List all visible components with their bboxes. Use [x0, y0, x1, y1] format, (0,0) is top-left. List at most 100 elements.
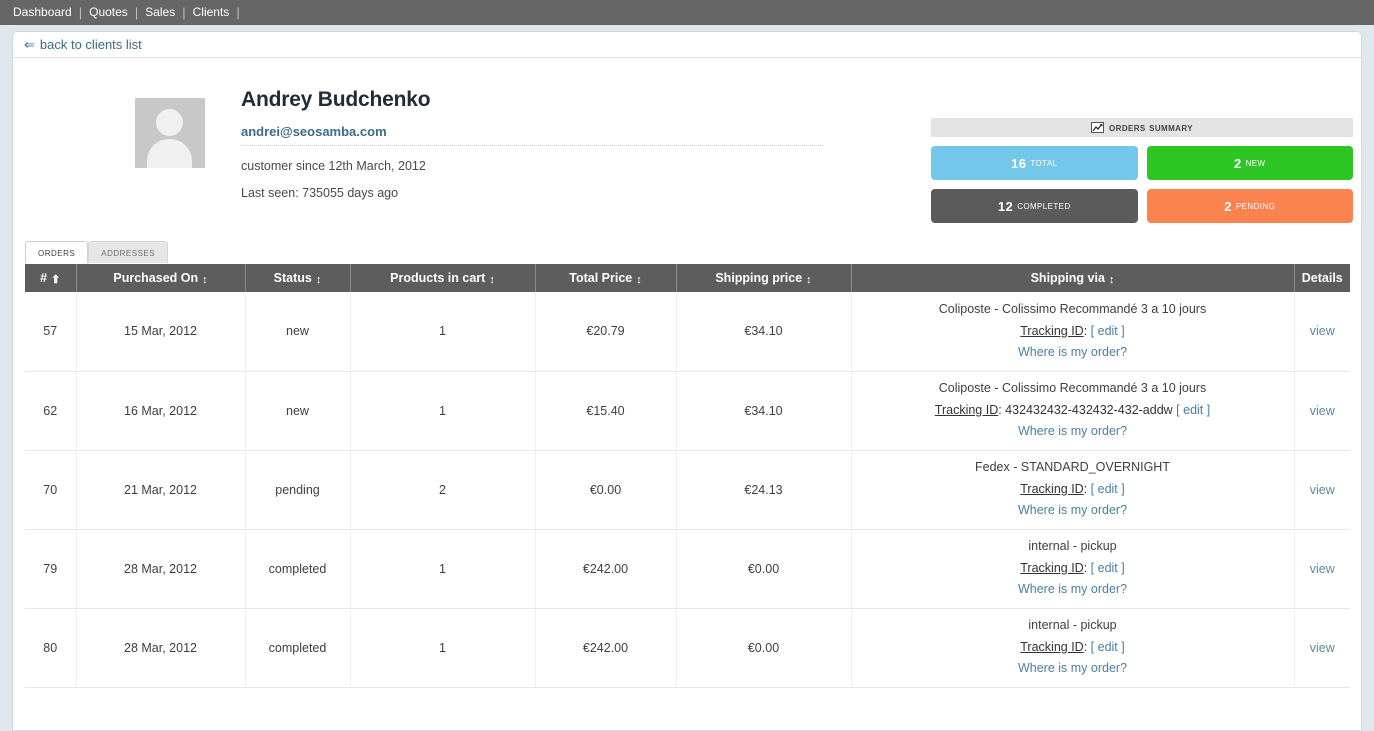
column-header-products-in-cart[interactable]: Products in cart ↕: [350, 264, 535, 292]
view-order-link[interactable]: view: [1310, 483, 1335, 497]
nav-item-clients[interactable]: Clients: [186, 0, 237, 25]
orders-summary-header: Orders Summary: [931, 118, 1353, 137]
orders-table-header: #⬆Purchased On↕Status↕Products in cart↕T…: [25, 264, 1350, 292]
cell-total-price: €0.00: [535, 450, 676, 529]
cell-shipping-price: €34.10: [676, 371, 851, 450]
summary-button-pending[interactable]: 2 pending: [1147, 189, 1354, 223]
nav-item-dashboard[interactable]: Dashboard: [6, 0, 79, 25]
where-is-my-order-link[interactable]: Where is my order?: [1018, 582, 1127, 596]
nav-item-sales[interactable]: Sales: [138, 0, 182, 25]
summary-count-total: 16: [1011, 156, 1026, 171]
cell-details: view: [1294, 608, 1350, 687]
summary-label-pending: pending: [1236, 200, 1275, 212]
sort-toggle-icon[interactable]: ↕: [489, 274, 495, 286]
summary-button-total[interactable]: 16 total: [931, 146, 1138, 180]
cell-shipping-via: Coliposte - Colissimo Recommandé 3 a 10 …: [851, 292, 1294, 371]
view-order-link[interactable]: view: [1310, 562, 1335, 576]
cell-products-in-cart: 1: [350, 529, 535, 608]
where-is-my-order-line: Where is my order?: [853, 342, 1293, 364]
tracking-id-value: :: [1084, 561, 1091, 575]
edit-tracking-link[interactable]: [ edit ]: [1091, 640, 1125, 654]
cell-shipping-price: €0.00: [676, 529, 851, 608]
back-to-clients-list-link[interactable]: ⇐back to clients list: [24, 37, 142, 53]
cell-products-in-cart: 1: [350, 608, 535, 687]
cell-shipping-via: Coliposte - Colissimo Recommandé 3 a 10 …: [851, 371, 1294, 450]
cell-status: completed: [245, 608, 350, 687]
tracking-id-label: Tracking ID: [1020, 640, 1083, 654]
summary-count-pending: 2: [1224, 199, 1232, 214]
column-header-shipping-price[interactable]: Shipping price↕: [676, 264, 851, 292]
orders-table-container: #⬆Purchased On↕Status↕Products in cart↕T…: [25, 264, 1350, 688]
where-is-my-order-line: Where is my order?: [853, 421, 1293, 443]
edit-tracking-link[interactable]: [ edit ]: [1091, 324, 1125, 338]
summary-button-completed[interactable]: 12completed: [931, 189, 1138, 223]
section-tabs: OrdersAddresses: [25, 241, 168, 263]
table-row: 8028 Mar, 2012completed1€242.00€0.00inte…: [25, 608, 1350, 687]
main-content-panel: ⇐back to clients list Andrey Budchenko a…: [12, 31, 1362, 731]
column-header-label: Shipping via: [1031, 271, 1105, 285]
cell-shipping-price: €0.00: [676, 608, 851, 687]
column-header-purchased-on[interactable]: Purchased On↕: [76, 264, 245, 292]
shipping-method-label: internal - pickup: [853, 615, 1293, 637]
avatar-body-shape: [147, 139, 192, 168]
tracking-id-value: :: [1084, 640, 1091, 654]
column-header-label: Status: [274, 271, 312, 285]
cell-details: view: [1294, 529, 1350, 608]
summary-label-total: total: [1030, 157, 1057, 169]
column-header-label: Total Price: [569, 271, 632, 285]
sort-toggle-icon[interactable]: ↕: [806, 274, 812, 286]
table-header-row: #⬆Purchased On↕Status↕Products in cart↕T…: [25, 264, 1350, 292]
sort-toggle-icon[interactable]: ↕: [1109, 274, 1115, 286]
edit-tracking-link[interactable]: [ edit ]: [1091, 482, 1125, 496]
sort-toggle-icon[interactable]: ↕: [316, 274, 322, 286]
sort-toggle-icon[interactable]: ↕: [202, 274, 208, 286]
where-is-my-order-link[interactable]: Where is my order?: [1018, 424, 1127, 438]
column-header-label: #: [40, 271, 47, 285]
client-email-link[interactable]: andrei@seosamba.com: [241, 124, 387, 139]
column-header-label: Products in cart: [390, 271, 485, 285]
sort-toggle-icon[interactable]: ↕: [636, 274, 642, 286]
table-row: 5715 Mar, 2012new1€20.79€34.10Coliposte …: [25, 292, 1350, 371]
orders-table-body: 5715 Mar, 2012new1€20.79€34.10Coliposte …: [25, 292, 1350, 687]
cell-shipping-via: internal - pickupTracking ID: [ edit ]Wh…: [851, 529, 1294, 608]
edit-tracking-link[interactable]: [ edit ]: [1176, 403, 1210, 417]
view-order-link[interactable]: view: [1310, 324, 1335, 338]
avatar-head-shape: [156, 109, 183, 136]
chart-icon: [1091, 122, 1104, 133]
column-header-label: Details: [1302, 271, 1343, 285]
tracking-id-value: :: [1084, 324, 1091, 338]
column-header--[interactable]: #⬆: [25, 264, 76, 292]
cell-shipping-via: internal - pickup Tracking ID: [ edit ] Wh…: [851, 608, 1294, 687]
summary-count-new: 2: [1234, 156, 1242, 171]
cell-status: pending: [245, 450, 350, 529]
nav-item-quotes[interactable]: Quotes: [82, 0, 135, 25]
cell-products-in-cart: 1: [350, 371, 535, 450]
cell-details: view: [1294, 292, 1350, 371]
tab-orders[interactable]: Orders: [25, 241, 88, 263]
tracking-id-line: Tracking ID: [ edit ]: [853, 321, 1293, 343]
where-is-my-order-link[interactable]: Where is my order?: [1018, 661, 1127, 675]
summary-button-new[interactable]: 2new: [1147, 146, 1354, 180]
view-order-link[interactable]: view: [1310, 404, 1335, 418]
sort-ascending-icon[interactable]: ⬆: [51, 273, 60, 286]
table-row: 6216 Mar, 2012new1€15.40€34.10Coliposte …: [25, 371, 1350, 450]
where-is-my-order-line: Where is my order?: [853, 658, 1293, 680]
orders-summary-buttons: 16 total 2new 12completed 2 pending: [931, 146, 1353, 223]
column-header-total-price[interactable]: Total Price ↕: [535, 264, 676, 292]
where-is-my-order-link[interactable]: Where is my order?: [1018, 345, 1127, 359]
table-row: 7021 Mar, 2012pending2€0.00€24.13Fedex -…: [25, 450, 1350, 529]
column-header-status[interactable]: Status ↕: [245, 264, 350, 292]
view-order-link[interactable]: view: [1310, 641, 1335, 655]
client-name: Andrey Budchenko: [241, 88, 823, 112]
column-header-shipping-via[interactable]: Shipping via ↕: [851, 264, 1294, 292]
edit-tracking-link[interactable]: [ edit ]: [1091, 561, 1125, 575]
cell-order-id: 57: [25, 292, 76, 371]
cell-shipping-via: Fedex - STANDARD_OVERNIGHTTracking ID: […: [851, 450, 1294, 529]
cell-products-in-cart: 2: [350, 450, 535, 529]
table-row: 7928 Mar, 2012completed1€242.00€0.00inte…: [25, 529, 1350, 608]
where-is-my-order-link[interactable]: Where is my order?: [1018, 503, 1127, 517]
shipping-method-label: Coliposte - Colissimo Recommandé 3 a 10 …: [853, 299, 1293, 321]
orders-summary-panel: Orders Summary 16 total 2new 12completed 2 pe…: [931, 118, 1353, 223]
tracking-id-label: Tracking ID: [1020, 561, 1083, 575]
tab-addresses[interactable]: Addresses: [88, 241, 168, 263]
